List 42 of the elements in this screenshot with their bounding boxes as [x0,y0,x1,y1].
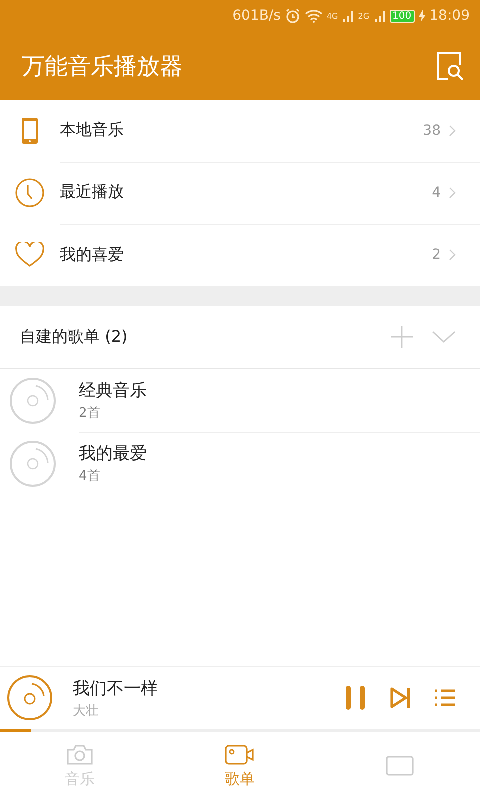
disc-icon [9,376,57,424]
camera-icon [66,744,94,766]
artist-name: 大壮 [73,702,100,720]
disc-icon [9,440,57,488]
library-item[interactable]: 我的喜爱 2 [0,224,480,286]
app-title: 万能音乐播放器 [22,52,184,82]
library-label: 最近播放 [60,182,125,203]
video-camera-icon [225,744,255,766]
disc-icon [7,675,53,721]
item-count: 4 [432,184,441,200]
heart-icon [15,242,45,268]
signal-icon [342,10,354,22]
screen-icon [386,755,414,777]
chevron-down-icon [432,330,456,344]
library-label: 本地音乐 [60,120,125,141]
chevron-right-icon [449,249,456,261]
network-label: 2G [358,12,370,20]
section-title: 自建的歌单 (2) [20,326,129,348]
playlist-name: 我的最爱 [79,443,148,465]
phone-icon [21,117,39,145]
song-title: 我们不一样 [73,678,159,700]
network-label: 4G [326,12,338,20]
alarm-icon [284,8,301,24]
playlist-name: 经典音乐 [79,380,148,402]
library-label: 我的喜爱 [60,244,125,266]
chevron-right-icon [449,124,456,136]
library-item[interactable]: 最近播放 4 [0,162,480,224]
chevron-right-icon [449,186,456,198]
battery-level: 100 [390,10,415,22]
signal-icon [374,10,386,22]
song-count: 2首 [79,404,102,422]
playlist-item[interactable]: 经典音乐 2首 [0,369,480,432]
wifi-icon [304,9,323,23]
charging-icon [418,10,426,22]
playlist-item[interactable]: 我的最爱 4首 [0,432,480,495]
item-count: 38 [423,122,441,138]
song-count: 4首 [79,468,102,485]
clock-icon [15,178,45,208]
item-count: 2 [432,247,441,263]
network-speed: 601B/s [232,8,281,24]
library-item[interactable]: 本地音乐 38 [0,100,480,162]
clock-time: 18:09 [430,8,470,24]
